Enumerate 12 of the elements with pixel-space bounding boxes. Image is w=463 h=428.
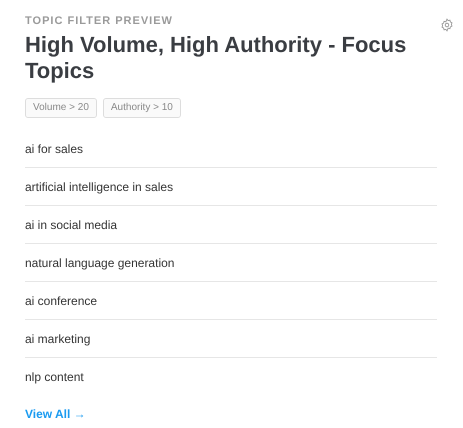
settings-icon[interactable] (440, 18, 454, 32)
page-title: High Volume, High Authority - Focus Topics (25, 32, 408, 84)
topic-item[interactable]: natural language generation (25, 256, 174, 270)
topic-item[interactable]: nlp content (25, 370, 84, 384)
section-label: TOPIC FILTER PREVIEW (25, 14, 174, 28)
topic-item[interactable]: ai marketing (25, 332, 90, 346)
topic-item[interactable]: artificial intelligence in sales (25, 180, 174, 194)
filter-tag: Authority > 10 (102, 98, 181, 118)
topic-item[interactable]: ai conference (25, 294, 98, 308)
topic-item[interactable]: ai for sales (25, 142, 84, 156)
topic-item[interactable]: ai in social media (25, 218, 118, 232)
filter-tag: Volume > 20 (25, 98, 97, 118)
